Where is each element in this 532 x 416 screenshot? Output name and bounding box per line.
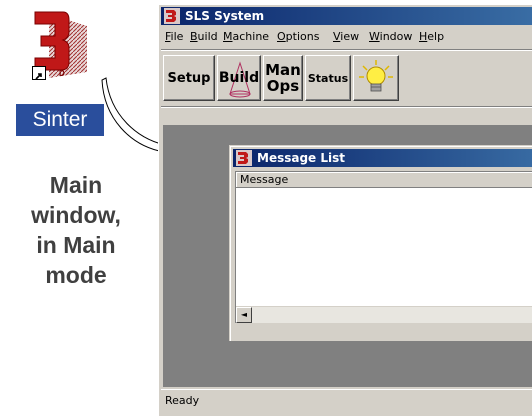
toolbar-divider bbox=[161, 49, 532, 51]
caption: Main window, in Main mode bbox=[0, 170, 152, 290]
menu-window[interactable]: Window bbox=[369, 30, 412, 44]
menu-rest: ile bbox=[170, 30, 184, 43]
svg-text:D: D bbox=[59, 69, 65, 78]
menu-accel: M bbox=[223, 30, 233, 43]
message-column-header[interactable]: Message bbox=[236, 172, 532, 188]
horizontal-scrollbar[interactable]: ◄ bbox=[236, 306, 532, 323]
status-button[interactable]: Status bbox=[305, 55, 351, 101]
app-logo-icon bbox=[236, 150, 252, 166]
toolbar: Setup Build Man Ops Status bbox=[161, 53, 532, 105]
setup-label: Setup bbox=[167, 70, 211, 86]
status-label: Status bbox=[307, 71, 349, 85]
lightbulb-button[interactable] bbox=[353, 55, 399, 101]
menubar: File Build Machine Options View Window H… bbox=[161, 27, 532, 47]
menu-rest: achine bbox=[232, 30, 270, 43]
shortcut-arrow-icon bbox=[32, 66, 46, 80]
menu-help[interactable]: Help bbox=[419, 30, 444, 44]
titlebar[interactable]: SLS System bbox=[161, 7, 532, 25]
status-bar: Ready bbox=[161, 389, 532, 412]
shortcut-label: Sinter bbox=[16, 104, 104, 136]
child-window-title: Message List bbox=[257, 151, 346, 165]
message-list-window: Message List Message ◄ bbox=[229, 145, 532, 341]
caption-line: in Main bbox=[36, 232, 116, 258]
app-logo-icon bbox=[164, 8, 180, 24]
setup-button[interactable]: Setup bbox=[163, 55, 215, 101]
scroll-left-icon[interactable]: ◄ bbox=[236, 307, 252, 323]
caption-line: window, bbox=[31, 202, 121, 228]
menu-rest: elp bbox=[427, 30, 445, 43]
build-button[interactable]: Build bbox=[217, 55, 261, 101]
menu-accel: B bbox=[190, 30, 198, 43]
menu-view[interactable]: View bbox=[333, 30, 359, 44]
app-window: SLS System File Build Machine Options Vi… bbox=[158, 4, 532, 416]
menu-rest: indow bbox=[379, 30, 413, 43]
menu-rest: ptions bbox=[285, 30, 320, 43]
lightbulb-icon bbox=[359, 60, 393, 92]
child-titlebar[interactable]: Message List bbox=[233, 149, 532, 167]
man-ops-button[interactable]: Man Ops bbox=[263, 55, 303, 101]
message-list[interactable]: Message ◄ bbox=[235, 171, 532, 323]
menu-accel: O bbox=[277, 30, 286, 43]
menu-build[interactable]: Build bbox=[190, 30, 218, 44]
caption-line: mode bbox=[45, 262, 107, 288]
window-title: SLS System bbox=[185, 9, 265, 23]
menu-file[interactable]: File bbox=[165, 30, 183, 44]
menu-accel: W bbox=[369, 30, 380, 43]
caption-line: Main bbox=[49, 172, 103, 198]
menu-rest: iew bbox=[340, 30, 360, 43]
toolbar-bottom-divider bbox=[161, 106, 532, 108]
menu-rest: uild bbox=[197, 30, 218, 43]
build-label: Build bbox=[218, 70, 260, 86]
menu-machine[interactable]: Machine bbox=[223, 30, 269, 44]
man-ops-label-2: Ops bbox=[266, 77, 300, 95]
man-ops-label-1: Man bbox=[265, 61, 301, 79]
menu-options[interactable]: Options bbox=[277, 30, 319, 44]
